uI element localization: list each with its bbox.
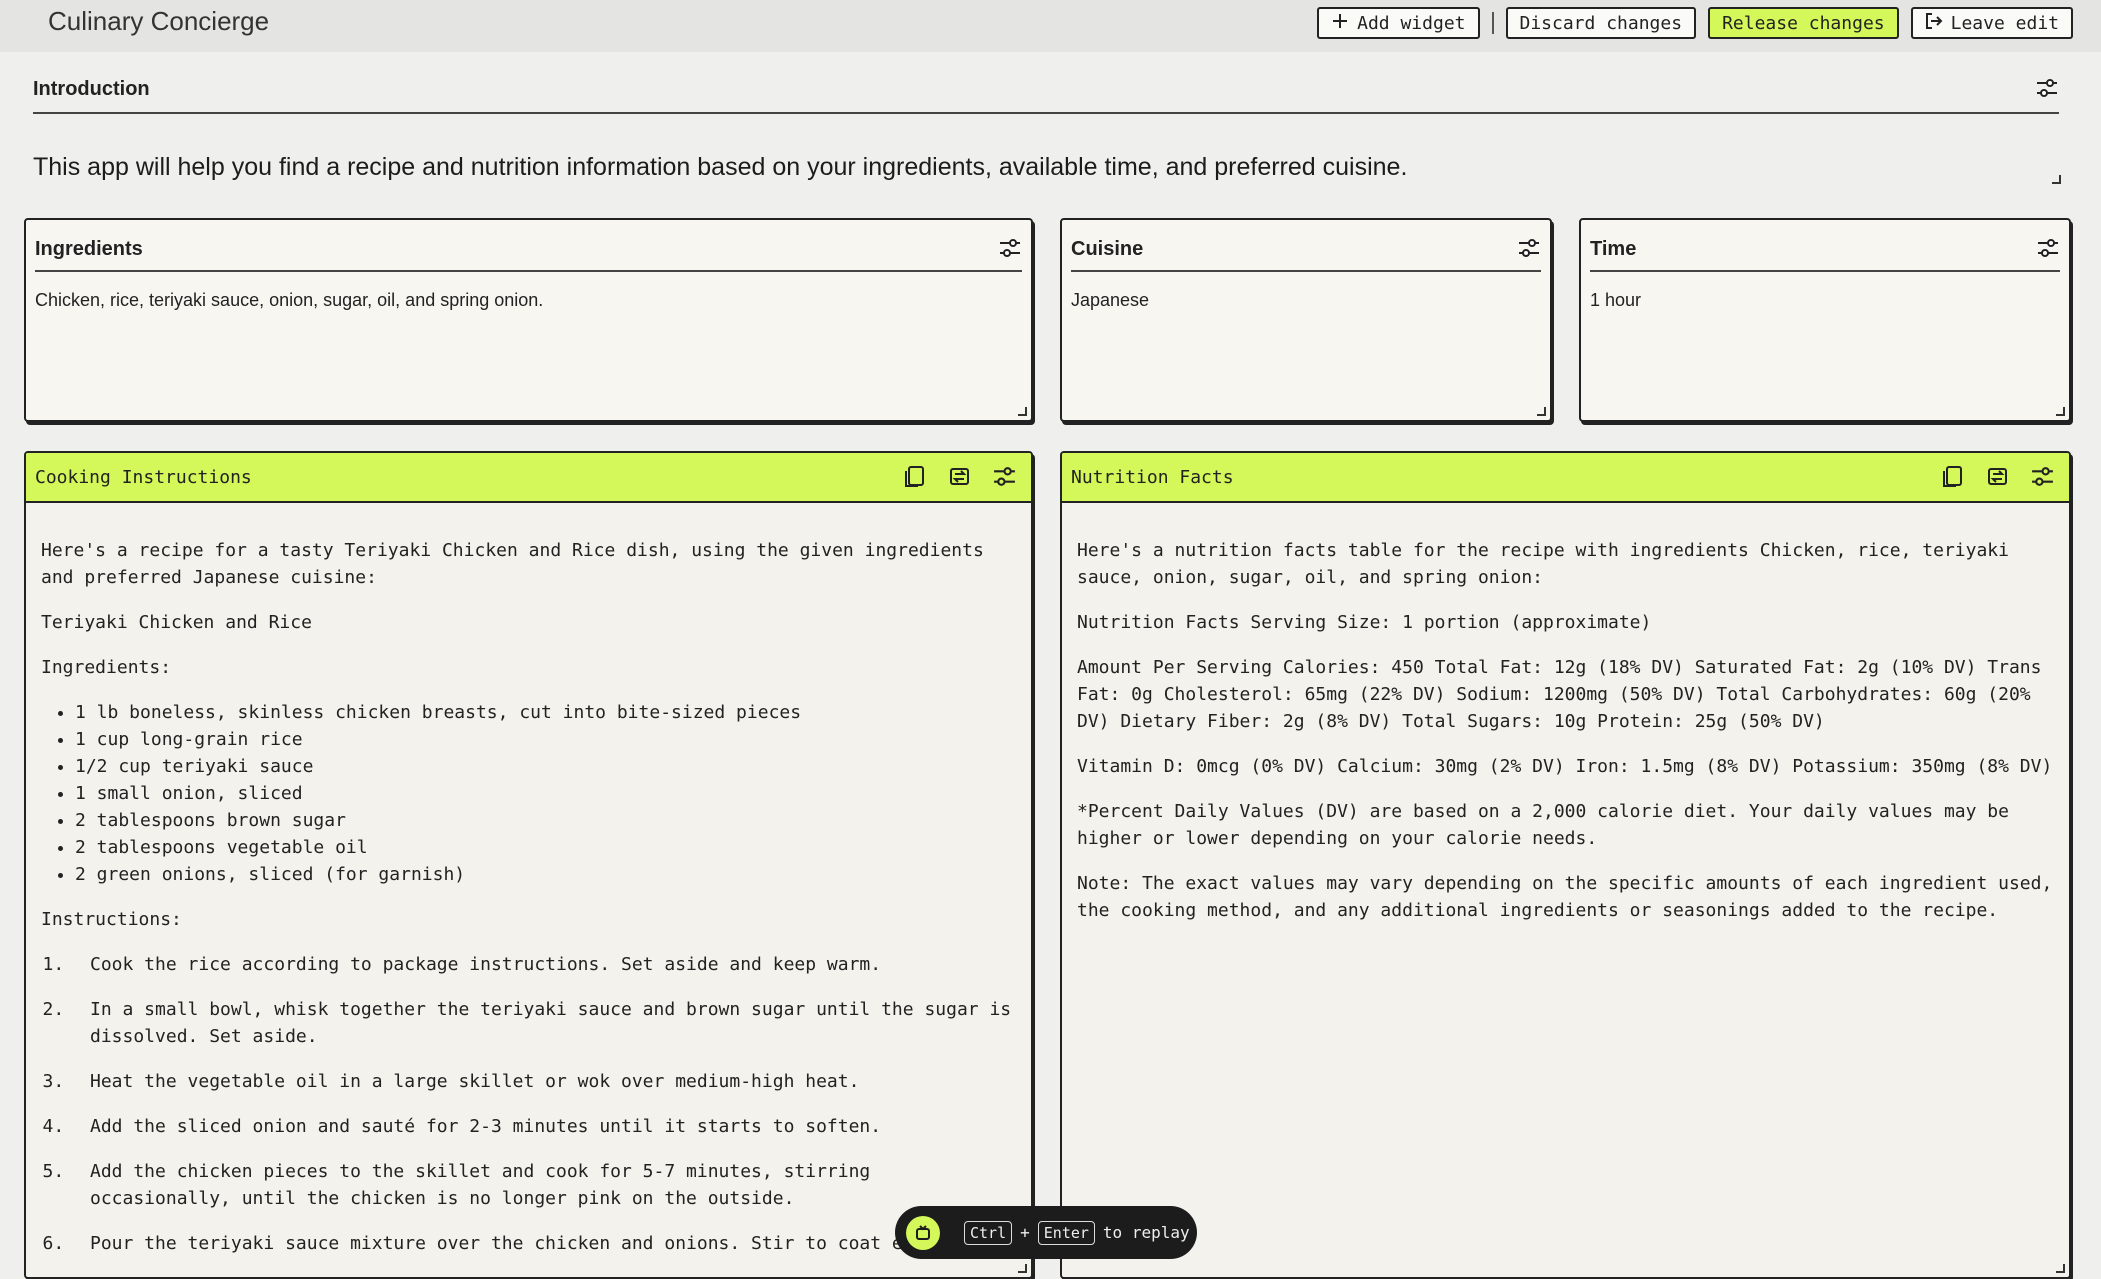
list-item: 1 lb boneless, skinless chicken breasts,… (75, 699, 1016, 726)
copy-icon[interactable] (902, 464, 927, 494)
sliders-icon[interactable] (2036, 238, 2060, 263)
cuisine-card: Cuisine Japanese (1060, 218, 1552, 422)
list-item: Add the chicken pieces to the skillet an… (75, 1158, 1016, 1212)
list-item: Pour the teriyaki sauce mixture over the… (75, 1230, 1016, 1257)
recipe-intro: Here's a recipe for a tasty Teriyaki Chi… (41, 540, 984, 588)
steps-list: Cook the rice according to package instr… (75, 951, 1016, 1257)
list-item: Add the sliced onion and sauté for 2-3 m… (75, 1113, 1016, 1140)
nutrition-paragraph: Note: The exact values may vary dependin… (1077, 873, 2053, 921)
plus-icon (1331, 12, 1349, 35)
dish-name: Teriyaki Chicken and Rice (41, 612, 312, 633)
list-item: Cook the rice according to package instr… (75, 951, 1016, 978)
enter-key: Enter (1037, 1220, 1095, 1245)
list-item: 2 tablespoons vegetable oil (75, 834, 1016, 861)
time-input[interactable]: 1 hour (1590, 290, 1641, 311)
list-item: 1 cup long-grain rice (75, 726, 1016, 753)
time-header: Time (1590, 230, 2060, 272)
add-widget-label: Add widget (1357, 12, 1466, 34)
nutrition-facts-header: Nutrition Facts (1062, 453, 2069, 503)
ingredients-heading: Ingredients: (41, 657, 172, 678)
release-changes-button[interactable]: Release changes (1708, 7, 1899, 39)
ingredients-header: Ingredients (35, 230, 1022, 272)
copy-icon[interactable] (1940, 464, 1965, 494)
list-item: Heat the vegetable oil in a large skille… (75, 1068, 1016, 1095)
resize-handle[interactable] (1018, 1264, 1027, 1273)
list-item: 1/2 cup teriyaki sauce (75, 753, 1016, 780)
cooking-instructions-output: Here's a recipe for a tasty Teriyaki Chi… (41, 537, 1016, 1275)
nutrition-facts-card: Nutrition Facts Here's a nutrition facts… (1060, 451, 2071, 1279)
ingredients-card: Ingredients Chicken, rice, teriyaki sauc… (24, 218, 1033, 422)
introduction-header: Introduction (33, 72, 2059, 114)
sliders-icon[interactable] (992, 464, 1017, 494)
nutrition-paragraph: Amount Per Serving Calories: 450 Total F… (1077, 657, 2042, 732)
list-item: 1 small onion, sliced (75, 780, 1016, 807)
add-widget-button[interactable]: Add widget (1317, 7, 1480, 39)
resize-handle[interactable] (2052, 175, 2061, 184)
ingredients-input[interactable]: Chicken, rice, teriyaki sauce, onion, su… (35, 290, 543, 311)
replay-hint: Ctrl + Enter to replay (895, 1206, 1197, 1259)
nutrition-paragraph: Here's a nutrition facts table for the r… (1077, 540, 2009, 588)
introduction-text: This app will help you find a recipe and… (33, 153, 1408, 181)
list-item: In a small bowl, whisk together the teri… (75, 996, 1016, 1050)
sliders-icon[interactable] (2030, 464, 2055, 494)
replay-text: to replay (1102, 1223, 1190, 1242)
cuisine-input[interactable]: Japanese (1071, 290, 1149, 311)
ingredients-label: Ingredients (35, 238, 143, 260)
cooking-instructions-header: Cooking Instructions (26, 453, 1031, 503)
cooking-instructions-card: Cooking Instructions Here's a recipe for… (24, 451, 1033, 1279)
ingredients-list: 1 lb boneless, skinless chicken breasts,… (75, 699, 1016, 888)
sliders-icon[interactable] (998, 238, 1022, 263)
toolbar: Add widget Discard changes Release chang… (1317, 7, 2073, 39)
time-label: Time (1590, 238, 1637, 260)
regenerate-icon[interactable] (947, 464, 972, 494)
nutrition-facts-output: Here's a nutrition facts table for the r… (1077, 537, 2054, 942)
cuisine-label: Cuisine (1071, 238, 1144, 260)
sliders-icon[interactable] (2035, 78, 2059, 103)
discard-changes-button[interactable]: Discard changes (1505, 7, 1697, 39)
regenerate-icon[interactable] (1985, 464, 2010, 494)
plus-sign: + (1020, 1223, 1030, 1242)
time-card: Time 1 hour (1579, 218, 2071, 422)
resize-handle[interactable] (1018, 407, 1027, 416)
leave-edit-button[interactable]: Leave edit (1910, 7, 2073, 39)
exit-icon (1925, 12, 1943, 35)
toolbar-divider (1491, 12, 1494, 34)
replay-button[interactable] (906, 1215, 940, 1250)
list-item: 2 green onions, sliced (for garnish) (75, 861, 1016, 888)
sliders-icon[interactable] (1517, 238, 1541, 263)
resize-handle[interactable] (2056, 1264, 2065, 1273)
ctrl-key: Ctrl (964, 1220, 1013, 1245)
top-bar: Culinary Concierge Add widget Discard ch… (0, 0, 2101, 52)
nutrition-facts-label: Nutrition Facts (1071, 467, 1234, 488)
resize-handle[interactable] (1537, 407, 1546, 416)
cooking-instructions-label: Cooking Instructions (35, 467, 252, 488)
introduction-label: Introduction (33, 78, 150, 100)
resize-handle[interactable] (2056, 407, 2065, 416)
list-item: 2 tablespoons brown sugar (75, 807, 1016, 834)
nutrition-paragraph: *Percent Daily Values (DV) are based on … (1077, 801, 2009, 849)
leave-edit-label: Leave edit (1950, 12, 2059, 34)
nutrition-paragraph: Nutrition Facts Serving Size: 1 portion … (1077, 612, 1652, 633)
cuisine-header: Cuisine (1071, 230, 1541, 272)
instructions-heading: Instructions: (41, 909, 182, 930)
nutrition-paragraph: Vitamin D: 0mcg (0% DV) Calcium: 30mg (2… (1077, 756, 2053, 777)
app-title: Culinary Concierge (48, 6, 270, 36)
